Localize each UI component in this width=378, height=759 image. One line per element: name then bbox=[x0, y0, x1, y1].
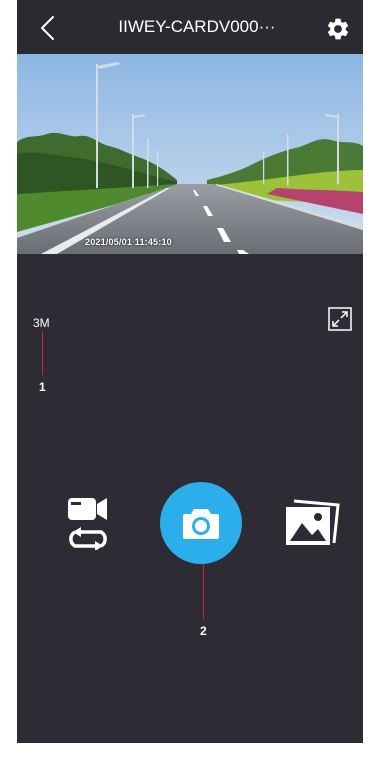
app-screen: IIWEY-CARDV000··· 2021/05/01 11:45:10 3M… bbox=[17, 0, 363, 743]
callout-line-1 bbox=[42, 331, 43, 375]
callout-number-1: 1 bbox=[39, 380, 46, 394]
fullscreen-button[interactable] bbox=[328, 307, 352, 331]
gallery-icon bbox=[286, 499, 340, 545]
page-title: IIWEY-CARDV000··· bbox=[118, 17, 276, 36]
video-loop-icon bbox=[68, 498, 107, 551]
callout-line-2 bbox=[203, 564, 204, 620]
gear-icon bbox=[327, 18, 349, 40]
recording-timestamp: 2021/05/01 11:45:10 bbox=[85, 237, 172, 247]
expand-icon bbox=[328, 307, 352, 331]
top-bar: IIWEY-CARDV000··· bbox=[17, 0, 363, 54]
camera-preview[interactable]: 2021/05/01 11:45:10 bbox=[17, 54, 363, 254]
back-button[interactable] bbox=[35, 14, 63, 42]
settings-button[interactable] bbox=[325, 16, 351, 42]
chevron-left-icon bbox=[41, 16, 54, 40]
video-mode-button[interactable] bbox=[67, 494, 109, 551]
camera-icon bbox=[183, 509, 219, 539]
resolution-label[interactable]: 3M bbox=[33, 316, 50, 330]
gallery-button[interactable] bbox=[284, 497, 342, 549]
road-scene-image bbox=[17, 54, 363, 254]
capture-button[interactable] bbox=[160, 482, 242, 564]
callout-number-2: 2 bbox=[200, 624, 207, 638]
